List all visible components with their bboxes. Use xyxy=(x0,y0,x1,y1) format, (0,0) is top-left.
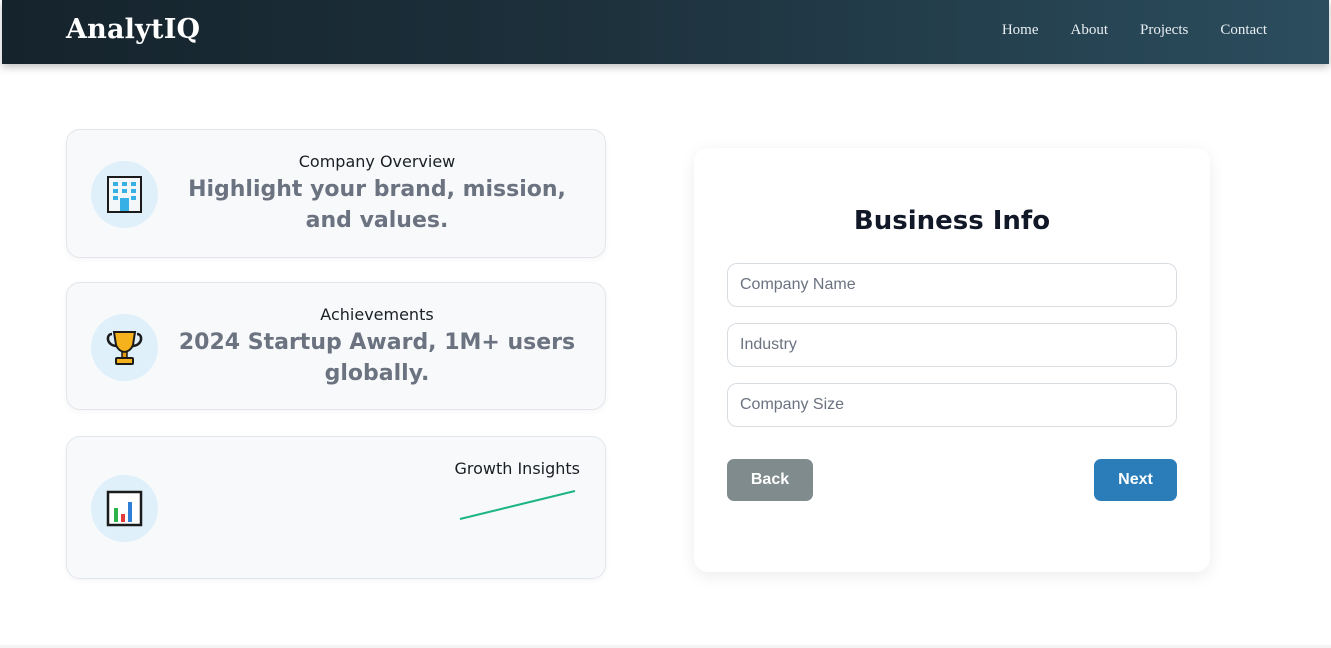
card-subtitle: 2024 Startup Award, 1M+ users globally. xyxy=(178,330,576,386)
next-button[interactable]: Next xyxy=(1094,459,1177,501)
card-title: Growth Insights xyxy=(454,459,580,478)
icon-badge xyxy=(91,314,158,381)
card-title: Company Overview xyxy=(298,152,456,171)
nav-contact-link[interactable]: Contact xyxy=(1220,22,1267,39)
back-button[interactable]: Back xyxy=(727,459,813,501)
growth-insights-card: Growth Insights xyxy=(66,436,606,579)
nav-projects-link[interactable]: Projects xyxy=(1140,22,1188,39)
card-text: Company Overview Highlight your brand, m… xyxy=(177,152,577,236)
nav-home-link[interactable]: Home xyxy=(1002,22,1039,39)
industry-input[interactable] xyxy=(727,323,1177,367)
achievements-card: Achievements 2024 Startup Award, 1M+ use… xyxy=(66,282,606,410)
growth-trend-line xyxy=(459,490,576,520)
company-name-input[interactable] xyxy=(727,263,1177,307)
bar-chart-icon xyxy=(106,490,143,527)
card-title: Achievements xyxy=(320,305,434,324)
brand-logo[interactable]: AnalytIQ xyxy=(66,14,200,45)
card-subtitle: Highlight your brand, mission, and value… xyxy=(188,177,566,233)
form-title: Business Info xyxy=(853,206,1051,236)
nav-about-link[interactable]: About xyxy=(1071,22,1109,39)
card-text: Achievements 2024 Startup Award, 1M+ use… xyxy=(177,305,577,389)
trophy-icon xyxy=(106,331,143,365)
office-building-icon xyxy=(107,176,142,213)
company-size-input[interactable] xyxy=(727,383,1177,427)
business-info-form: Business Info Back Next xyxy=(694,148,1210,572)
icon-badge xyxy=(91,161,158,228)
icon-badge xyxy=(91,475,158,542)
company-overview-card: Company Overview Highlight your brand, m… xyxy=(66,129,606,258)
main-nav: Home About Projects Contact xyxy=(1002,22,1267,39)
top-navbar: AnalytIQ Home About Projects Contact xyxy=(2,0,1329,64)
